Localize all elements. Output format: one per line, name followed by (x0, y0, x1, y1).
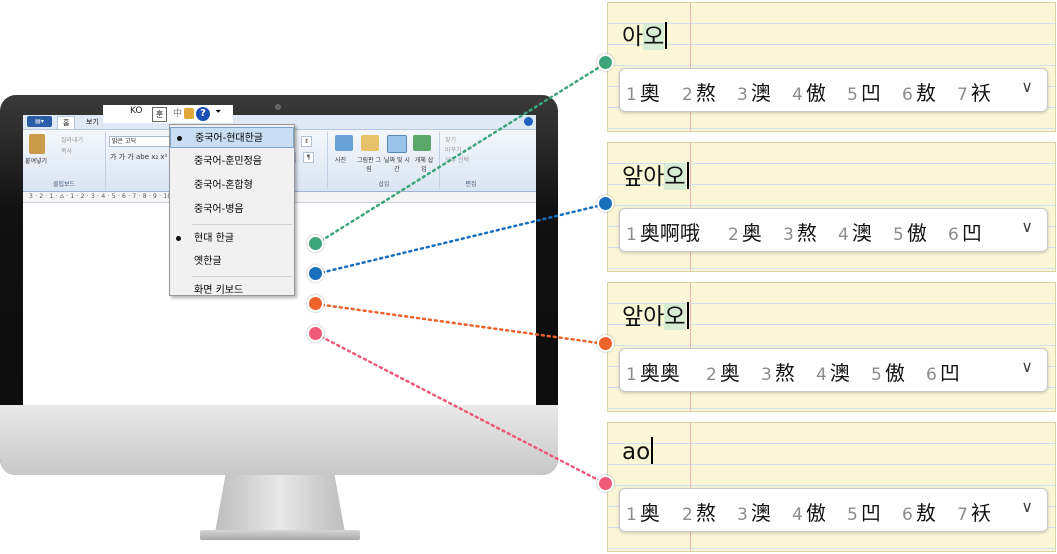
candidate-6[interactable]: 6敖 (902, 77, 936, 106)
candidate-7[interactable]: 7袄 (957, 497, 991, 526)
candidate-1[interactable]: 1奥 (626, 497, 660, 526)
candidate-5[interactable]: 5傲 (871, 357, 905, 386)
candidate-window: 1奧 2熬 3澳 4傲 5凹 6敖 7袄 ∨ (619, 68, 1048, 112)
marker-green (597, 54, 614, 71)
candidate-3[interactable]: 3澳 (737, 497, 771, 526)
candidate-2[interactable]: 2熬 (682, 77, 716, 106)
ime-panel-hunminjeongeum: 앞아오 1 奥啊哦 2奥 3熬 4澳 5傲 6凹 ∨ (607, 142, 1056, 272)
marker-blue (307, 265, 324, 282)
text-caret (686, 162, 689, 189)
typed-text: 아오 (622, 17, 668, 51)
candidate-4[interactable]: 4傲 (792, 77, 826, 106)
marker-orange (307, 295, 324, 312)
candidate-3[interactable]: 3熬 (783, 217, 817, 246)
text-caret (686, 302, 689, 329)
expand-chevron-icon[interactable]: ∨ (1021, 357, 1033, 376)
candidate-1[interactable]: 1 奥啊哦 (626, 217, 700, 246)
expand-chevron-icon[interactable]: ∨ (1021, 217, 1033, 236)
candidate-3[interactable]: 3熬 (761, 357, 795, 386)
candidate-7[interactable]: 7袄 (957, 77, 991, 106)
marker-pink (597, 475, 614, 492)
candidate-2[interactable]: 2奥 (706, 357, 740, 386)
ime-panel-mixed: 앞아오 1 奥奥 2奥 3熬 4澳 5傲 6凹 ∨ (607, 282, 1056, 412)
ime-panel-pinyin: ao 1奥 2熬 3澳 4傲 5凹 6敖 7袄 ∨ (607, 422, 1056, 552)
candidate-6[interactable]: 6敖 (902, 497, 936, 526)
candidate-4[interactable]: 4澳 (816, 357, 850, 386)
candidate-window: 1奥 2熬 3澳 4傲 5凹 6敖 7袄 ∨ (619, 488, 1048, 532)
expand-chevron-icon[interactable]: ∨ (1021, 77, 1033, 96)
connector-orange (314, 302, 608, 346)
marker-orange (597, 335, 614, 352)
connector-pink (314, 332, 608, 486)
candidate-4[interactable]: 4傲 (792, 497, 826, 526)
candidate-1[interactable]: 1奧 (626, 77, 660, 106)
text-caret (665, 22, 668, 49)
candidate-5[interactable]: 5傲 (893, 217, 927, 246)
text-caret (651, 437, 654, 464)
candidate-2[interactable]: 2熬 (682, 497, 716, 526)
candidate-5[interactable]: 5凹 (847, 497, 881, 526)
typed-text: 앞아오 (622, 297, 689, 331)
candidate-1[interactable]: 1 奥奥 (626, 357, 680, 386)
candidate-3[interactable]: 3澳 (737, 77, 771, 106)
ime-panel-modern-hangul: 아오 1奧 2熬 3澳 4傲 5凹 6敖 7袄 ∨ (607, 2, 1056, 132)
connector-blue (314, 202, 608, 276)
candidate-window: 1 奥奥 2奥 3熬 4澳 5傲 6凹 ∨ (619, 348, 1048, 392)
marker-pink (307, 325, 324, 342)
marker-green (307, 235, 324, 252)
candidate-5[interactable]: 5凹 (847, 77, 881, 106)
connector-green (314, 61, 608, 246)
typed-text: ao (622, 437, 654, 465)
candidate-4[interactable]: 4澳 (838, 217, 872, 246)
typed-text: 앞아오 (622, 157, 689, 191)
expand-chevron-icon[interactable]: ∨ (1021, 497, 1033, 516)
candidate-6[interactable]: 6凹 (926, 357, 960, 386)
candidate-window: 1 奥啊哦 2奥 3熬 4澳 5傲 6凹 ∨ (619, 208, 1048, 252)
candidate-6[interactable]: 6凹 (948, 217, 982, 246)
marker-blue (597, 195, 614, 212)
candidate-2[interactable]: 2奥 (728, 217, 762, 246)
